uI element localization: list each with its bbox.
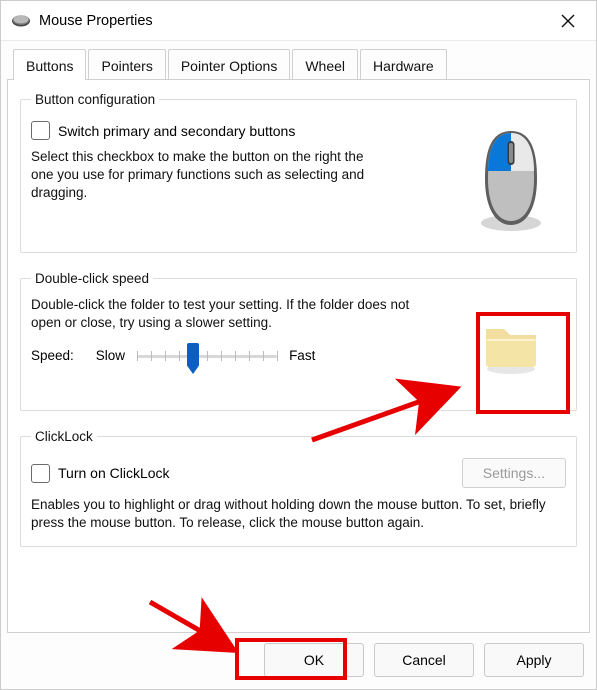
tabstrip: Buttons Pointers Pointer Options Wheel H… xyxy=(7,49,590,80)
tab-buttons[interactable]: Buttons xyxy=(13,49,86,80)
apply-button[interactable]: Apply xyxy=(484,643,584,677)
double-click-test-folder[interactable] xyxy=(465,296,557,396)
group-legend: ClickLock xyxy=(31,429,97,444)
tab-wheel[interactable]: Wheel xyxy=(292,49,358,80)
group-clicklock: ClickLock Turn on ClickLock Settings... … xyxy=(20,429,577,547)
clicklock-checkbox[interactable] xyxy=(31,464,50,483)
speed-fast-label: Fast xyxy=(289,348,315,363)
dialog-body: Buttons Pointers Pointer Options Wheel H… xyxy=(1,41,596,689)
ok-button[interactable]: OK xyxy=(264,643,364,677)
cancel-button[interactable]: Cancel xyxy=(374,643,474,677)
group-button-configuration: Button configuration Switch primary and … xyxy=(20,92,577,253)
double-click-help: Double-click the folder to test your set… xyxy=(31,296,411,332)
group-legend: Button configuration xyxy=(31,92,159,107)
mouse-icon xyxy=(11,13,31,29)
clicklock-settings-button: Settings... xyxy=(462,458,566,488)
clicklock-help: Enables you to highlight or drag without… xyxy=(31,496,551,532)
tab-hardware[interactable]: Hardware xyxy=(360,49,447,80)
mouse-preview-image xyxy=(471,125,551,238)
close-button[interactable] xyxy=(546,6,590,36)
clicklock-label: Turn on ClickLock xyxy=(58,465,170,481)
close-icon xyxy=(561,14,575,28)
speed-slow-label: Slow xyxy=(96,348,125,363)
group-double-click-speed: Double-click speed Double-click the fold… xyxy=(20,271,577,411)
titlebar: Mouse Properties xyxy=(1,1,596,41)
window-title: Mouse Properties xyxy=(39,13,546,29)
tab-page-buttons: Button configuration Switch primary and … xyxy=(7,79,590,633)
button-config-help: Select this checkbox to make the button … xyxy=(31,148,371,203)
tab-pointers[interactable]: Pointers xyxy=(88,49,165,80)
dialog-button-bar: OK Cancel Apply xyxy=(7,633,590,683)
speed-label: Speed: xyxy=(31,348,74,363)
switch-buttons-checkbox[interactable] xyxy=(31,121,50,140)
mouse-properties-dialog: Mouse Properties Buttons Pointers Pointe… xyxy=(0,0,597,690)
folder-icon xyxy=(480,317,542,375)
tab-pointer-options[interactable]: Pointer Options xyxy=(168,49,291,80)
switch-buttons-label: Switch primary and secondary buttons xyxy=(58,123,295,139)
double-click-speed-slider[interactable] xyxy=(137,346,277,364)
group-legend: Double-click speed xyxy=(31,271,153,286)
slider-thumb[interactable] xyxy=(187,343,199,367)
